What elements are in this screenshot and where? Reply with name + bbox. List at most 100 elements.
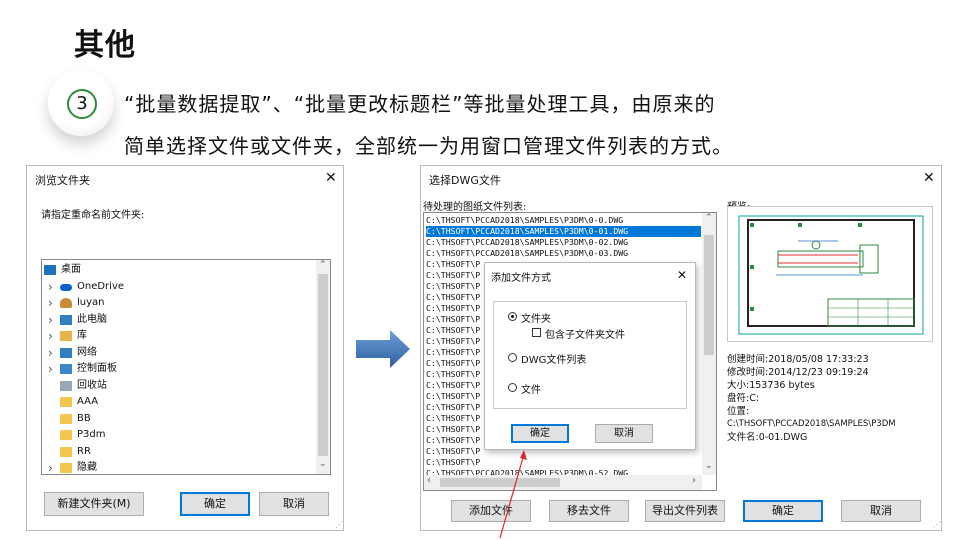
tree-item[interactable]: › 网络: [42, 345, 314, 361]
chevron-right-icon[interactable]: ›: [48, 361, 53, 377]
tree-item[interactable]: › 此电脑: [42, 312, 314, 328]
recycle-bin-icon: [60, 380, 72, 391]
add-dialog-title: 添加文件方式: [491, 273, 551, 284]
file-list-item[interactable]: C:\THSOFT\PCCAD2018\SAMPLES\P3DM\0-03.DW…: [426, 248, 701, 259]
scroll-up-icon[interactable]: ⌃: [705, 213, 713, 223]
browse-dialog-title: 浏览文件夹: [35, 174, 90, 187]
checkbox-subfolder-label: 包含子文件夹文件: [545, 330, 625, 341]
info-size: 大小:153736 bytes: [727, 380, 815, 391]
network-icon: [60, 347, 72, 358]
info-drive: 盘符:C:: [727, 393, 760, 404]
export-list-button[interactable]: 导出文件列表: [645, 500, 725, 522]
preview-frame: [727, 206, 933, 342]
browse-cancel-button[interactable]: 取消: [259, 492, 329, 516]
file-list-item[interactable]: C:\THSOFT\PCCAD2018\SAMPLES\P3DM\0-02.DW…: [426, 237, 701, 248]
tree-item[interactable]: 桌面: [42, 262, 314, 278]
info-location: C:\THSOFT\PCCAD2018\SAMPLES\P3DM: [727, 419, 896, 429]
select-ok-button[interactable]: 确定: [743, 500, 823, 522]
add-cancel-button[interactable]: 取消: [595, 424, 653, 443]
file-list-hscroll[interactable]: ‹ ›: [424, 475, 702, 490]
folder-tree-rows: 桌面 › OneDrive › luyan › 此电脑 › 库 › 网络 › 控制面板 回收站 AAA BB P…: [42, 260, 316, 474]
tree-item-label: P3dm: [77, 429, 106, 440]
file-info-panel: 创建时间:2018/05/08 17:33:23 修改时间:2014/12/23…: [727, 354, 937, 454]
chevron-right-icon[interactable]: ›: [48, 279, 53, 295]
add-options-group: 文件夹 包含子文件夹文件 DWG文件列表 文件: [493, 301, 687, 409]
radio-file-label: 文件: [521, 385, 541, 396]
tree-item-label: luyan: [77, 297, 105, 308]
close-icon[interactable]: ✕: [923, 171, 935, 185]
control-panel-icon: [60, 364, 72, 374]
add-file-mode-dialog: 添加文件方式 ✕ 文件夹 包含子文件夹文件 DWG文件列表 文件 确定 取消: [484, 262, 696, 450]
scroll-thumb[interactable]: [704, 235, 714, 355]
tree-scrollbar[interactable]: ⌃ ⌄: [316, 260, 330, 474]
tree-item-label: AAA: [77, 396, 99, 407]
tree-item-label: 网络: [77, 346, 97, 358]
folder-icon: [60, 446, 72, 457]
scroll-up-icon[interactable]: ⌃: [319, 260, 327, 270]
chevron-right-icon[interactable]: ›: [48, 328, 53, 344]
tree-item-label: 此电脑: [77, 313, 107, 325]
tree-item[interactable]: › OneDrive: [42, 279, 314, 295]
tree-item[interactable]: › luyan: [42, 295, 314, 311]
resize-grip-icon[interactable]: ⋰: [933, 520, 941, 529]
scroll-thumb[interactable]: [318, 274, 328, 456]
checkbox-icon: [532, 328, 541, 337]
drawing-preview-image: [738, 215, 924, 335]
select-cancel-button[interactable]: 取消: [841, 500, 921, 522]
tree-item[interactable]: RR: [42, 444, 314, 460]
scroll-down-icon[interactable]: ⌄: [705, 461, 713, 471]
pointer-arrow-icon: [499, 450, 527, 539]
slide-title: 其他: [74, 28, 136, 63]
new-folder-button[interactable]: 新建文件夹(M): [44, 492, 144, 516]
file-list-item[interactable]: C:\THSOFT\P: [426, 457, 701, 468]
file-list-item[interactable]: C:\THSOFT\PCCAD2018\SAMPLES\P3DM\0-52.DW…: [426, 468, 701, 475]
right-arrow-icon: [356, 330, 410, 368]
radio-icon: [508, 383, 517, 392]
file-list-item[interactable]: C:\THSOFT\PCCAD2018\SAMPLES\P3DM\0-01.DW…: [426, 226, 701, 237]
info-modified: 修改时间:2014/12/23 09:19:24: [727, 367, 869, 378]
tree-item[interactable]: P3dm: [42, 427, 314, 443]
file-list-label: 待处理的图纸文件列表:: [423, 202, 527, 213]
chevron-right-icon[interactable]: ›: [48, 345, 53, 361]
file-list-vscroll[interactable]: ⌃ ⌄: [702, 213, 716, 475]
scroll-left-icon[interactable]: ‹: [427, 475, 431, 486]
tree-item[interactable]: › 库: [42, 328, 314, 344]
resize-grip-icon[interactable]: ⋰: [335, 520, 343, 529]
tree-item-label: 桌面: [61, 264, 81, 275]
close-icon[interactable]: ✕: [677, 268, 687, 282]
radio-folder-label: 文件夹: [521, 314, 551, 325]
tree-item-label: 库: [77, 330, 87, 341]
radio-dwg-list-label: DWG文件列表: [521, 355, 587, 366]
close-icon[interactable]: ✕: [325, 171, 337, 185]
folder-icon: [60, 463, 72, 473]
browse-ok-button[interactable]: 确定: [180, 492, 250, 516]
tree-item-label: BB: [77, 412, 91, 424]
tree-item-label: 隐藏: [77, 462, 97, 473]
description-line-1: “批量数据提取”、“批量更改标题栏”等批量处理工具，由原来的: [124, 92, 716, 116]
chevron-right-icon[interactable]: ›: [48, 460, 53, 474]
chevron-right-icon[interactable]: ›: [48, 312, 53, 328]
computer-icon: [60, 314, 72, 325]
folder-tree[interactable]: 桌面 › OneDrive › luyan › 此电脑 › 库 › 网络 › 控制面板 回收站 AAA BB P…: [41, 259, 331, 475]
select-dialog-title: 选择DWG文件: [429, 174, 501, 187]
folder-icon: [60, 430, 72, 440]
file-list-item[interactable]: C:\THSOFT\PCCAD2018\SAMPLES\P3DM\0-0.DWG: [426, 215, 701, 226]
step-number-badge: 3: [67, 89, 97, 119]
chevron-right-icon[interactable]: ›: [48, 295, 53, 311]
tree-item[interactable]: › 隐藏: [42, 460, 314, 474]
tree-item-label: 回收站: [77, 379, 107, 391]
add-ok-button[interactable]: 确定: [511, 424, 569, 443]
cloud-icon: [60, 283, 72, 291]
tree-item[interactable]: 回收站: [42, 378, 314, 394]
tree-item-label: 控制面板: [77, 363, 117, 374]
scroll-down-icon[interactable]: ⌄: [319, 459, 327, 469]
folder-icon: [60, 413, 72, 424]
browse-dialog-prompt: 请指定重命名前文件夹:: [41, 210, 145, 221]
tree-item-label: OneDrive: [77, 280, 125, 292]
tree-item[interactable]: AAA: [42, 394, 314, 410]
scroll-right-icon[interactable]: ›: [692, 475, 696, 486]
tree-item[interactable]: › 控制面板: [42, 361, 314, 377]
remove-file-button[interactable]: 移去文件: [549, 500, 629, 522]
tree-item[interactable]: BB: [42, 411, 314, 427]
desktop-icon: [44, 265, 56, 275]
